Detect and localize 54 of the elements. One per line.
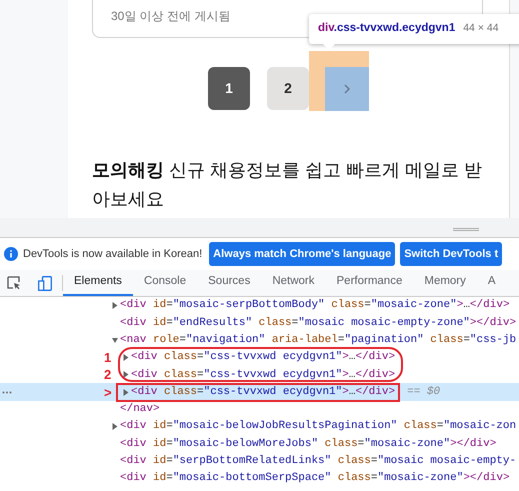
- dom-row[interactable]: 1 <div class="css-tvvxwd ecydgvn1">…</div>: [0, 348, 519, 366]
- page-button[interactable]: 2: [267, 67, 309, 110]
- devtools-tab[interactable]: Sources: [197, 270, 262, 296]
- devtools-tab[interactable]: Memory: [413, 270, 477, 296]
- info-icon: [4, 247, 18, 261]
- alert-heading: 모의해킹 신규 채용정보를 쉽고 빠르게 메일로 받아보세요: [92, 159, 484, 211]
- collapsed-triangle-icon[interactable]: [123, 371, 129, 378]
- infobar-button[interactable]: Switch DevTools t: [400, 242, 502, 266]
- code-line: <div id="serpBottomRelatedLinks" class="mosaic mosaic-empty-: [120, 454, 516, 470]
- dom-row[interactable]: </nav>: [0, 400, 519, 418]
- code-line: <div id="endResults" class="mosaic mosaic-empty-zone"></div>: [120, 316, 516, 331]
- devtools-tab[interactable]: Network: [261, 270, 326, 296]
- code-line: <div class="css-tvvxwd ecydgvn1">…</div>: [131, 368, 396, 383]
- dom-row[interactable]: <div id="mosaic-bottomSerpSpace" class="mosaic-zone"></div>: [0, 470, 519, 488]
- collapsed-triangle-icon[interactable]: [123, 354, 129, 362]
- element-size: 44 × 44: [463, 21, 499, 36]
- inspect-icon[interactable]: [7, 276, 21, 290]
- code-line: <div id="mosaic-serpBottomBody" class="mosaic-zone">…</div>: [120, 298, 510, 314]
- code-line: <nav role="navigation" aria-label="pagination" class="css-jb: [120, 332, 516, 348]
- infobar-button[interactable]: Always match Chrome's language: [209, 242, 396, 266]
- infobar-message: DevTools is now available in Korean!: [23, 246, 202, 262]
- annotation-marker: 2: [104, 368, 112, 382]
- code-line: <div id="mosaic-belowMoreJobs" class="mosaic-zone"></div>: [120, 436, 496, 452]
- devtools-tab[interactable]: A: [476, 270, 507, 296]
- dom-row[interactable]: > <div class="css-tvvxwd ecydgvn1">…</div> == $0: [0, 383, 519, 401]
- chevron-right-icon: [344, 84, 350, 94]
- annotation-marker: 1: [104, 351, 112, 364]
- dom-row[interactable]: <div id="mosaic-belowMoreJobs" class="mosaic-zone"></div>: [0, 435, 519, 453]
- dom-row[interactable]: <div id="mosaic-serpBottomBody" class="mosaic-zone">…</div>: [0, 297, 519, 314]
- dom-row[interactable]: <nav role="navigation" aria-label="pagination" class="css-jb: [0, 332, 519, 349]
- posted-date: 30일 이상 전에 게시됨: [111, 9, 230, 23]
- collapsed-triangle-icon[interactable]: [112, 423, 118, 430]
- expanded-triangle-icon[interactable]: [112, 336, 118, 344]
- devtools-tab[interactable]: Performance: [326, 270, 414, 296]
- devtools-tab[interactable]: Elements: [63, 270, 133, 296]
- dom-row[interactable]: 2 <div class="css-tvvxwd ecydgvn1">…</div>: [0, 366, 519, 384]
- more-icon[interactable]: [2, 390, 12, 394]
- code-line: <div id="mosaic-belowJobResultsPagination" class="mosaic-zon: [120, 419, 516, 434]
- dom-row[interactable]: <div id="endResults" class="mosaic mosaic-empty-zone"></div>: [0, 314, 519, 332]
- collapsed-triangle-icon[interactable]: [123, 388, 129, 396]
- code-line: <div class="css-tvvxwd ecydgvn1">…</div>: [131, 384, 396, 400]
- code-line: </nav>: [120, 402, 160, 418]
- resize-handle[interactable]: [453, 228, 479, 231]
- code-line: <div id="mosaic-bottomSerpSpace" class="mosaic-zone"></div>: [120, 471, 510, 486]
- device-toolbar-icon[interactable]: [38, 276, 52, 290]
- code-line: <div class="css-tvvxwd ecydgvn1">…</div>: [131, 350, 396, 366]
- collapsed-triangle-icon[interactable]: [112, 302, 118, 310]
- page-button[interactable]: 1: [208, 67, 250, 110]
- dom-row[interactable]: <div id="serpBottomRelatedLinks" class="mosaic mosaic-empty-: [0, 452, 519, 470]
- element-selector: div.css-tvvxwd.ecydgvn1: [318, 21, 456, 36]
- dom-row[interactable]: <div id="mosaic-belowJobResultsPagination" class="mosaic-zon: [0, 418, 519, 436]
- console-reference: == $0: [407, 384, 440, 400]
- devtools-tab[interactable]: Console: [132, 270, 198, 296]
- annotation-marker: >: [104, 386, 112, 399]
